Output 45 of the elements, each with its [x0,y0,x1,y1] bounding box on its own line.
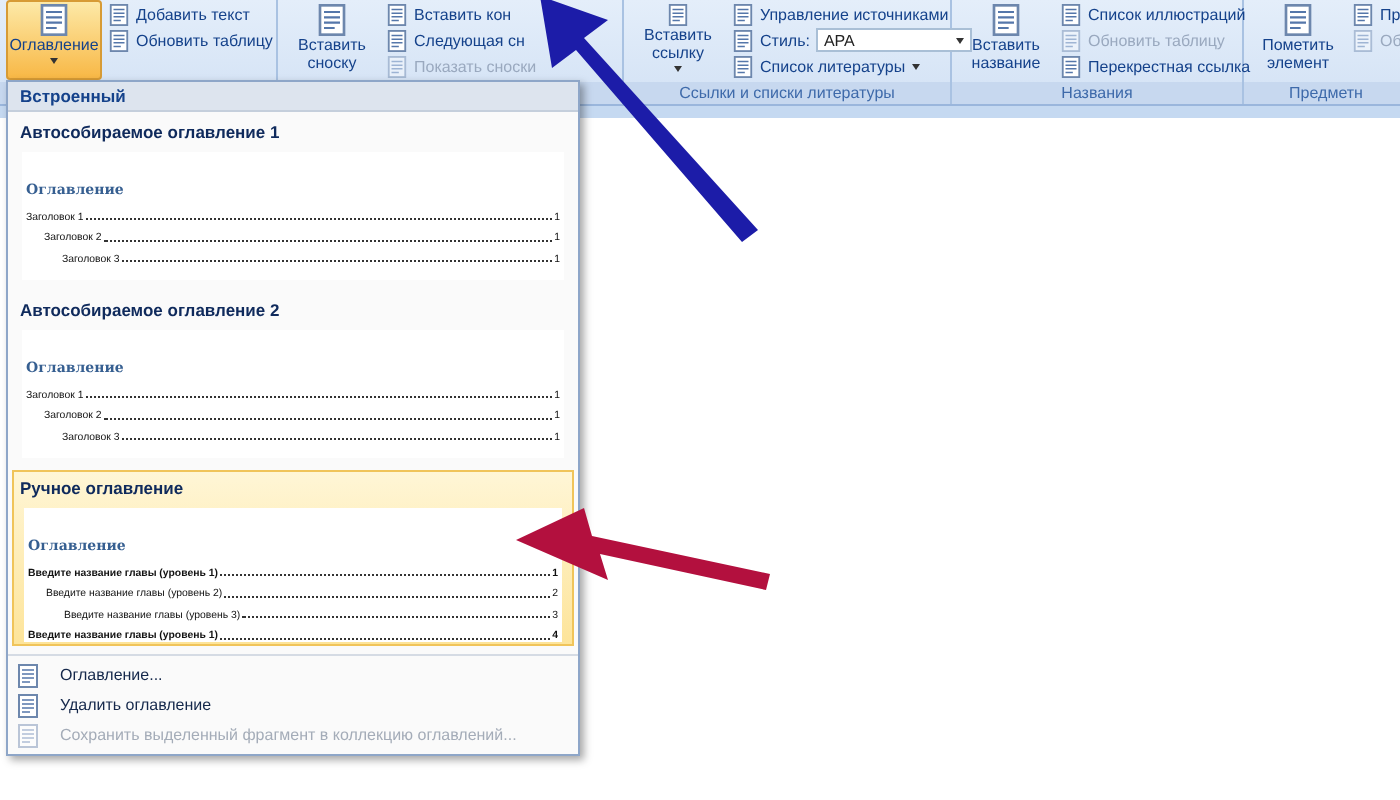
document-icon [732,55,754,77]
section-header: Встроенный [8,82,578,112]
item-title: Автособираемое оглавление 1 [18,120,282,146]
document-icon [16,723,40,747]
caret-icon [674,66,682,76]
ribbon-button[interactable]: Вставить кон [386,2,537,26]
document-icon [386,29,408,51]
document-icon [1352,3,1374,25]
ribbon-button[interactable]: Перекрестная ссылка [1060,54,1251,78]
document-icon [16,693,40,717]
document-icon [732,29,754,51]
document-icon [990,4,1022,36]
document-icon [1060,29,1082,51]
group-label: Ссылки и списки литературы [624,82,950,104]
document-icon [38,4,70,36]
caret-icon [50,58,58,68]
style-dropdown[interactable]: APA [815,28,972,52]
group-label: Предметн [1244,82,1400,104]
document-icon [1060,3,1082,25]
menu-item[interactable]: Оглавление... [8,660,578,690]
document-icon [386,55,408,77]
ribbon-button[interactable]: Добавить текст [108,2,273,26]
ribbon-button[interactable]: Оглавление [6,0,102,80]
ribbon-button[interactable]: Обновить таблицу [108,28,273,52]
item-title: Ручное оглавление [18,476,186,502]
group-label: Названия [952,82,1242,104]
ribbon-button[interactable]: Вставить ссылку [630,0,726,80]
ribbon-button[interactable]: Следующая сн [386,28,537,52]
document-icon [1060,55,1082,77]
document-icon [732,3,754,25]
ribbon-button[interactable]: Список иллюстраций [1060,2,1251,26]
document-icon [16,663,40,687]
style-label: Стиль: [760,31,810,49]
ribbon-button[interactable]: Вставить сноску [284,0,380,80]
ribbon-button[interactable]: Пометить элемент [1250,0,1346,80]
document-icon [1352,29,1374,51]
document-icon [386,3,408,25]
document-icon [108,29,130,51]
document-icon [108,3,130,25]
item-title: Автособираемое оглавление 2 [18,298,282,324]
menu-item[interactable]: Удалить оглавление [8,690,578,720]
caret-icon [911,63,920,73]
ribbon-button[interactable]: Пр [1352,2,1400,26]
document-icon [316,4,348,36]
document-icon [1282,4,1314,36]
